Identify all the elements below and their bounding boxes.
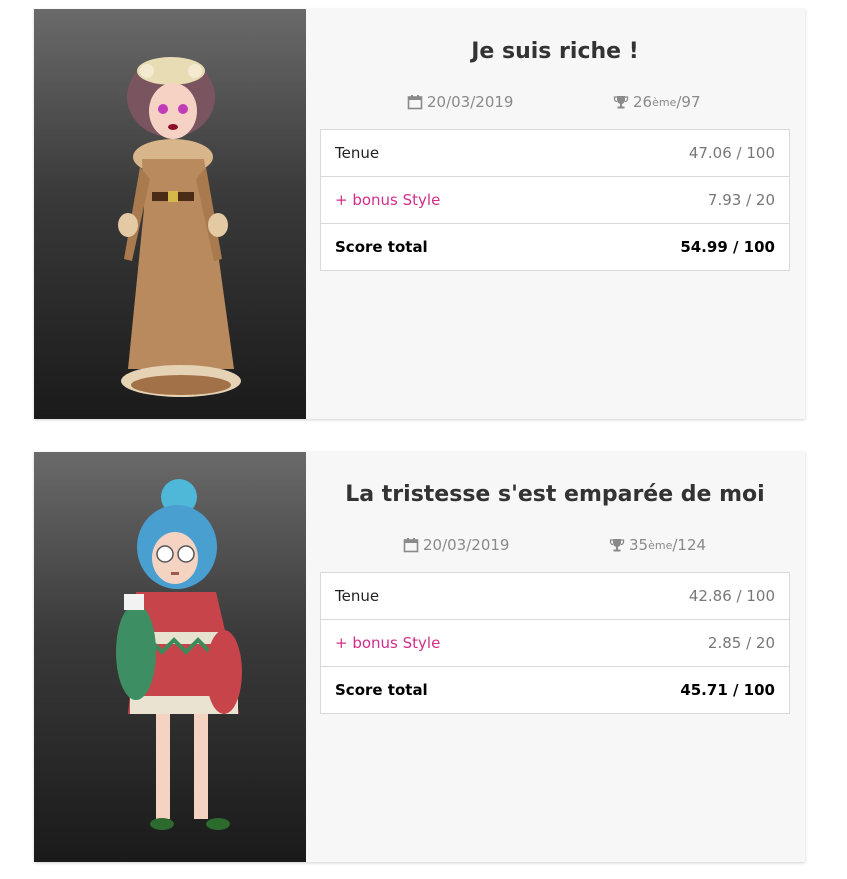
- score-table: Tenue 42.86 / 100 + bonus Style 2.85 / 2…: [319, 572, 790, 714]
- rank-suffix: ème: [652, 95, 677, 109]
- outfit-date-text: 20/03/2019: [427, 93, 514, 111]
- table-row: Tenue 42.86 / 100: [319, 572, 790, 620]
- trophy-icon: [613, 96, 629, 109]
- rank-total: /97: [676, 93, 701, 111]
- table-row: Score total 45.71 / 100: [319, 666, 790, 714]
- outfit-title: Je suis riche !: [471, 39, 639, 64]
- bonus-label: + bonus Style: [319, 619, 565, 667]
- outfit-date-text: 20/03/2019: [423, 536, 510, 554]
- rank-suffix: ème: [648, 538, 673, 552]
- outfit-card: Je suis riche ! 20/03/2019 26 ème /97 Te…: [34, 9, 805, 419]
- total-value: 54.99 / 100: [564, 223, 790, 271]
- total-label: Score total: [319, 666, 565, 714]
- avatar-panel: [34, 452, 306, 862]
- avatar-image-sad: [116, 479, 242, 830]
- outfit-meta: 20/03/2019 35 ème/124: [320, 536, 790, 558]
- bonus-value: 2.85 / 20: [564, 619, 790, 667]
- outfit-date: 20/03/2019: [403, 536, 509, 554]
- table-row: + bonus Style 2.85 / 20: [319, 619, 790, 667]
- outfit-rank: 26 ème/97: [613, 93, 701, 111]
- total-label: Score total: [319, 223, 565, 271]
- calendar-icon: [403, 538, 419, 553]
- score-value: 47.06 / 100: [564, 129, 790, 177]
- rank-number: 35: [629, 536, 649, 554]
- outfit-date: 20/03/2019: [407, 93, 513, 111]
- avatar-panel: [34, 9, 306, 419]
- rank-number: 26: [633, 93, 653, 111]
- rank-total: /124: [672, 536, 707, 554]
- score-table: Tenue 47.06 / 100 + bonus Style 7.93 / 2…: [319, 129, 790, 271]
- score-label: Tenue: [319, 129, 565, 177]
- outfit-rank: 35 ème/124: [609, 536, 706, 554]
- score-label: Tenue: [319, 572, 565, 620]
- outfit-meta: 20/03/2019 26 ème/97: [320, 93, 790, 115]
- avatar-image-rich: [118, 57, 241, 397]
- total-value: 45.71 / 100: [564, 666, 790, 714]
- table-row: + bonus Style 7.93 / 20: [319, 176, 790, 224]
- outfit-card: La tristesse s'est emparée de moi 20/03/…: [34, 452, 805, 862]
- bonus-value: 7.93 / 20: [564, 176, 790, 224]
- score-value: 42.86 / 100: [564, 572, 790, 620]
- outfit-title: La tristesse s'est emparée de moi: [345, 482, 765, 507]
- table-row: Tenue 47.06 / 100: [319, 129, 790, 177]
- bonus-label: + bonus Style: [319, 176, 565, 224]
- trophy-icon: [609, 539, 625, 552]
- table-row: Score total 54.99 / 100: [319, 223, 790, 271]
- calendar-icon: [407, 95, 423, 110]
